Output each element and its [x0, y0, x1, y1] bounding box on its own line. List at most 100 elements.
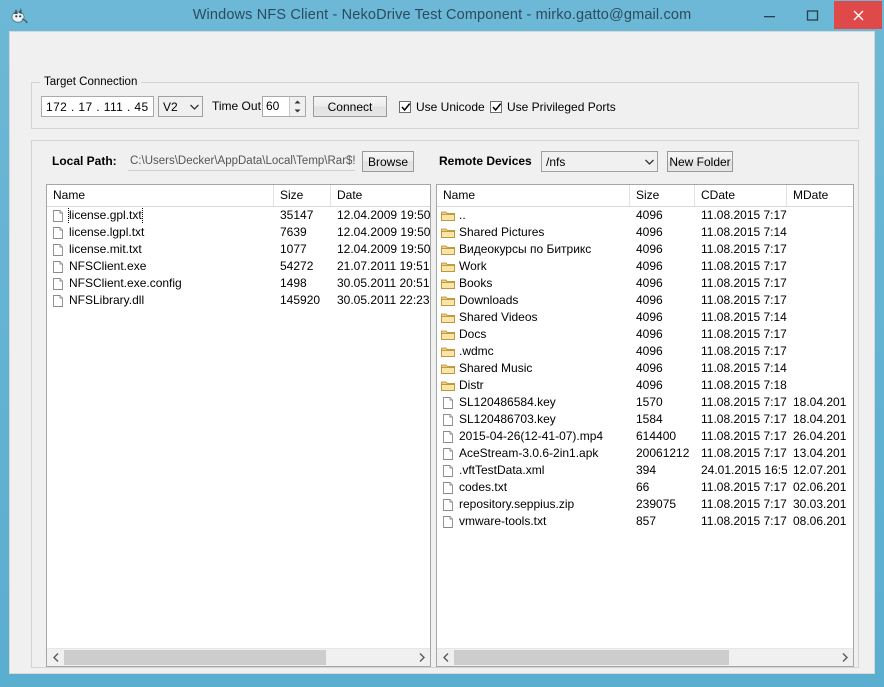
- table-row[interactable]: vmware-tools.txt 857 11.08.2015 7:17... 08.…: [437, 513, 853, 530]
- table-row[interactable]: Shared Videos 4096 11.08.2015 7:14...: [437, 309, 853, 326]
- remote-horizontal-scrollbar[interactable]: [437, 648, 853, 666]
- use-privileged-ports-checkbox[interactable]: Use Privileged Ports: [490, 96, 616, 117]
- cell-name[interactable]: SL120486584.key: [437, 394, 630, 411]
- cell-name[interactable]: Shared Pictures: [437, 224, 630, 241]
- cell-name[interactable]: ..: [437, 207, 630, 224]
- use-unicode-checkbox[interactable]: Use Unicode: [399, 96, 485, 117]
- table-row[interactable]: .wdmc 4096 11.08.2015 7:17...: [437, 343, 853, 360]
- table-row[interactable]: license.gpl.txt 35147 12.04.2009 19:50:14: [47, 207, 430, 224]
- scroll-track[interactable]: [64, 649, 413, 666]
- scroll-thumb[interactable]: [64, 650, 326, 665]
- cell-name[interactable]: Downloads: [437, 292, 630, 309]
- scroll-thumb[interactable]: [454, 650, 730, 665]
- target-connection-legend: Target Connection: [40, 75, 142, 89]
- new-folder-button[interactable]: New Folder: [667, 151, 733, 172]
- table-row[interactable]: license.mit.txt 1077 12.04.2009 19:50:14: [47, 241, 430, 258]
- file-name: SL120486584.key: [459, 395, 556, 409]
- chevron-right-icon[interactable]: [836, 649, 853, 666]
- nfs-version-select[interactable]: V2: [158, 96, 203, 117]
- table-row[interactable]: repository.seppius.zip 239075 11.08.2015 7…: [437, 496, 853, 513]
- table-row[interactable]: NFSLibrary.dll 145920 30.05.2011 22:23:17: [47, 292, 430, 309]
- remote-device-select[interactable]: /nfs: [541, 151, 658, 172]
- column-header-cdate[interactable]: CDate: [695, 185, 787, 206]
- column-header-mdate[interactable]: MDate: [787, 185, 853, 206]
- file-name: SL120486703.key: [459, 412, 556, 426]
- cell-name[interactable]: Work: [437, 258, 630, 275]
- column-header-size[interactable]: Size: [630, 185, 695, 206]
- chevron-left-icon[interactable]: [437, 649, 454, 666]
- browse-button[interactable]: Browse: [362, 151, 414, 172]
- table-row[interactable]: Books 4096 11.08.2015 7:17...: [437, 275, 853, 292]
- timeout-stepper[interactable]: 60: [262, 96, 306, 117]
- table-row[interactable]: Work 4096 11.08.2015 7:17...: [437, 258, 853, 275]
- cell-size: 7639: [280, 225, 307, 239]
- cell-name[interactable]: NFSLibrary.dll: [47, 292, 274, 309]
- stepper-down-icon[interactable]: [290, 107, 305, 117]
- local-horizontal-scrollbar[interactable]: [47, 648, 430, 666]
- title-bar[interactable]: Windows NFS Client - NekoDrive Test Comp…: [0, 0, 884, 31]
- chevron-left-icon[interactable]: [47, 649, 64, 666]
- table-row[interactable]: NFSClient.exe 54272 21.07.2011 19:51:52: [47, 258, 430, 275]
- remote-list-body[interactable]: .. 4096 11.08.2015 7:17... Shared Pictures 4…: [437, 207, 853, 648]
- connect-button[interactable]: Connect: [313, 96, 387, 117]
- table-row[interactable]: Distr 4096 11.08.2015 7:18...: [437, 377, 853, 394]
- cell-name[interactable]: Видеокурсы по Битрикс: [437, 241, 630, 258]
- table-row[interactable]: Shared Music 4096 11.08.2015 7:14...: [437, 360, 853, 377]
- table-row[interactable]: SL120486703.key 1584 11.08.2015 7:17... 18.…: [437, 411, 853, 428]
- cell-name[interactable]: .wdmc: [437, 343, 630, 360]
- column-header-date[interactable]: Date: [331, 185, 430, 206]
- table-row[interactable]: .vftTestData.xml 394 24.01.2015 16:5... 12.…: [437, 462, 853, 479]
- remote-file-list[interactable]: Name Size CDate MDate .. 4096 11.08.2015 7…: [436, 184, 854, 667]
- cell-name[interactable]: vmware-tools.txt: [437, 513, 630, 530]
- file-name: Distr: [459, 378, 484, 392]
- cell-name[interactable]: Distr: [437, 377, 630, 394]
- minimize-button[interactable]: [748, 1, 791, 29]
- table-row[interactable]: Видеокурсы по Битрикс 4096 11.08.2015 7:17…: [437, 241, 853, 258]
- stepper-up-icon[interactable]: [290, 97, 305, 107]
- table-row[interactable]: Docs 4096 11.08.2015 7:17...: [437, 326, 853, 343]
- cell-size: 239075: [636, 497, 677, 511]
- table-row[interactable]: codes.txt 66 11.08.2015 7:17... 02.06.201: [437, 479, 853, 496]
- cell-name[interactable]: repository.seppius.zip: [437, 496, 630, 513]
- scroll-track[interactable]: [454, 649, 836, 666]
- cell-name[interactable]: .vftTestData.xml: [437, 462, 630, 479]
- cell-name[interactable]: NFSClient.exe.config: [47, 275, 274, 292]
- cell-mdate: 08.06.201: [793, 514, 847, 528]
- cell-date: 12.04.2009 19:50:14: [337, 225, 430, 239]
- table-row[interactable]: AceStream-3.0.6-2in1.apk 20061212 11.08.20…: [437, 445, 853, 462]
- table-row[interactable]: 2015-04-26(12-41-07).mp4 614400 11.08.2015…: [437, 428, 853, 445]
- cell-name[interactable]: license.mit.txt: [47, 241, 274, 258]
- cell-name[interactable]: Books: [437, 275, 630, 292]
- maximize-button[interactable]: [791, 1, 834, 29]
- cell-name[interactable]: license.gpl.txt: [47, 207, 274, 224]
- table-row[interactable]: SL120486584.key 1570 11.08.2015 7:17... 18.…: [437, 394, 853, 411]
- column-header-name[interactable]: Name: [47, 185, 274, 206]
- column-header-name[interactable]: Name: [437, 185, 630, 206]
- stepper-buttons[interactable]: [289, 97, 305, 116]
- file-icon: [443, 464, 453, 477]
- cell-name[interactable]: codes.txt: [437, 479, 630, 496]
- cell-name[interactable]: Shared Music: [437, 360, 630, 377]
- ip-address-input[interactable]: 172 . 17 . 111 . 45: [41, 96, 154, 117]
- table-row[interactable]: license.lgpl.txt 7639 12.04.2009 19:50:14: [47, 224, 430, 241]
- close-button[interactable]: [834, 1, 882, 29]
- cell-name[interactable]: Docs: [437, 326, 630, 343]
- cell-name[interactable]: license.lgpl.txt: [47, 224, 274, 241]
- cell-name[interactable]: NFSClient.exe: [47, 258, 274, 275]
- table-row[interactable]: NFSClient.exe.config 1498 30.05.2011 20:51…: [47, 275, 430, 292]
- local-list-body[interactable]: license.gpl.txt3514712.04.2009 19:50:14l…: [47, 207, 430, 648]
- local-file-list[interactable]: Name Size Date license.gpl.txt 35147 12.04…: [46, 184, 431, 667]
- timeout-value[interactable]: 60: [263, 97, 289, 116]
- column-header-size[interactable]: Size: [274, 185, 331, 206]
- cell-name[interactable]: AceStream-3.0.6-2in1.apk: [437, 445, 630, 462]
- chevron-right-icon[interactable]: [413, 649, 430, 666]
- cell-name[interactable]: Shared Videos: [437, 309, 630, 326]
- cell-name[interactable]: 2015-04-26(12-41-07).mp4: [437, 428, 630, 445]
- cell-size: 1584: [636, 412, 663, 426]
- table-row[interactable]: .. 4096 11.08.2015 7:17...: [437, 207, 853, 224]
- cell-name[interactable]: SL120486703.key: [437, 411, 630, 428]
- local-path-input[interactable]: C:\Users\Decker\AppData\Local\Temp\Rar$!: [128, 152, 355, 171]
- cell-cdate: 11.08.2015 7:17...: [701, 412, 787, 426]
- table-row[interactable]: Downloads 4096 11.08.2015 7:17...: [437, 292, 853, 309]
- table-row[interactable]: Shared Pictures 4096 11.08.2015 7:14...: [437, 224, 853, 241]
